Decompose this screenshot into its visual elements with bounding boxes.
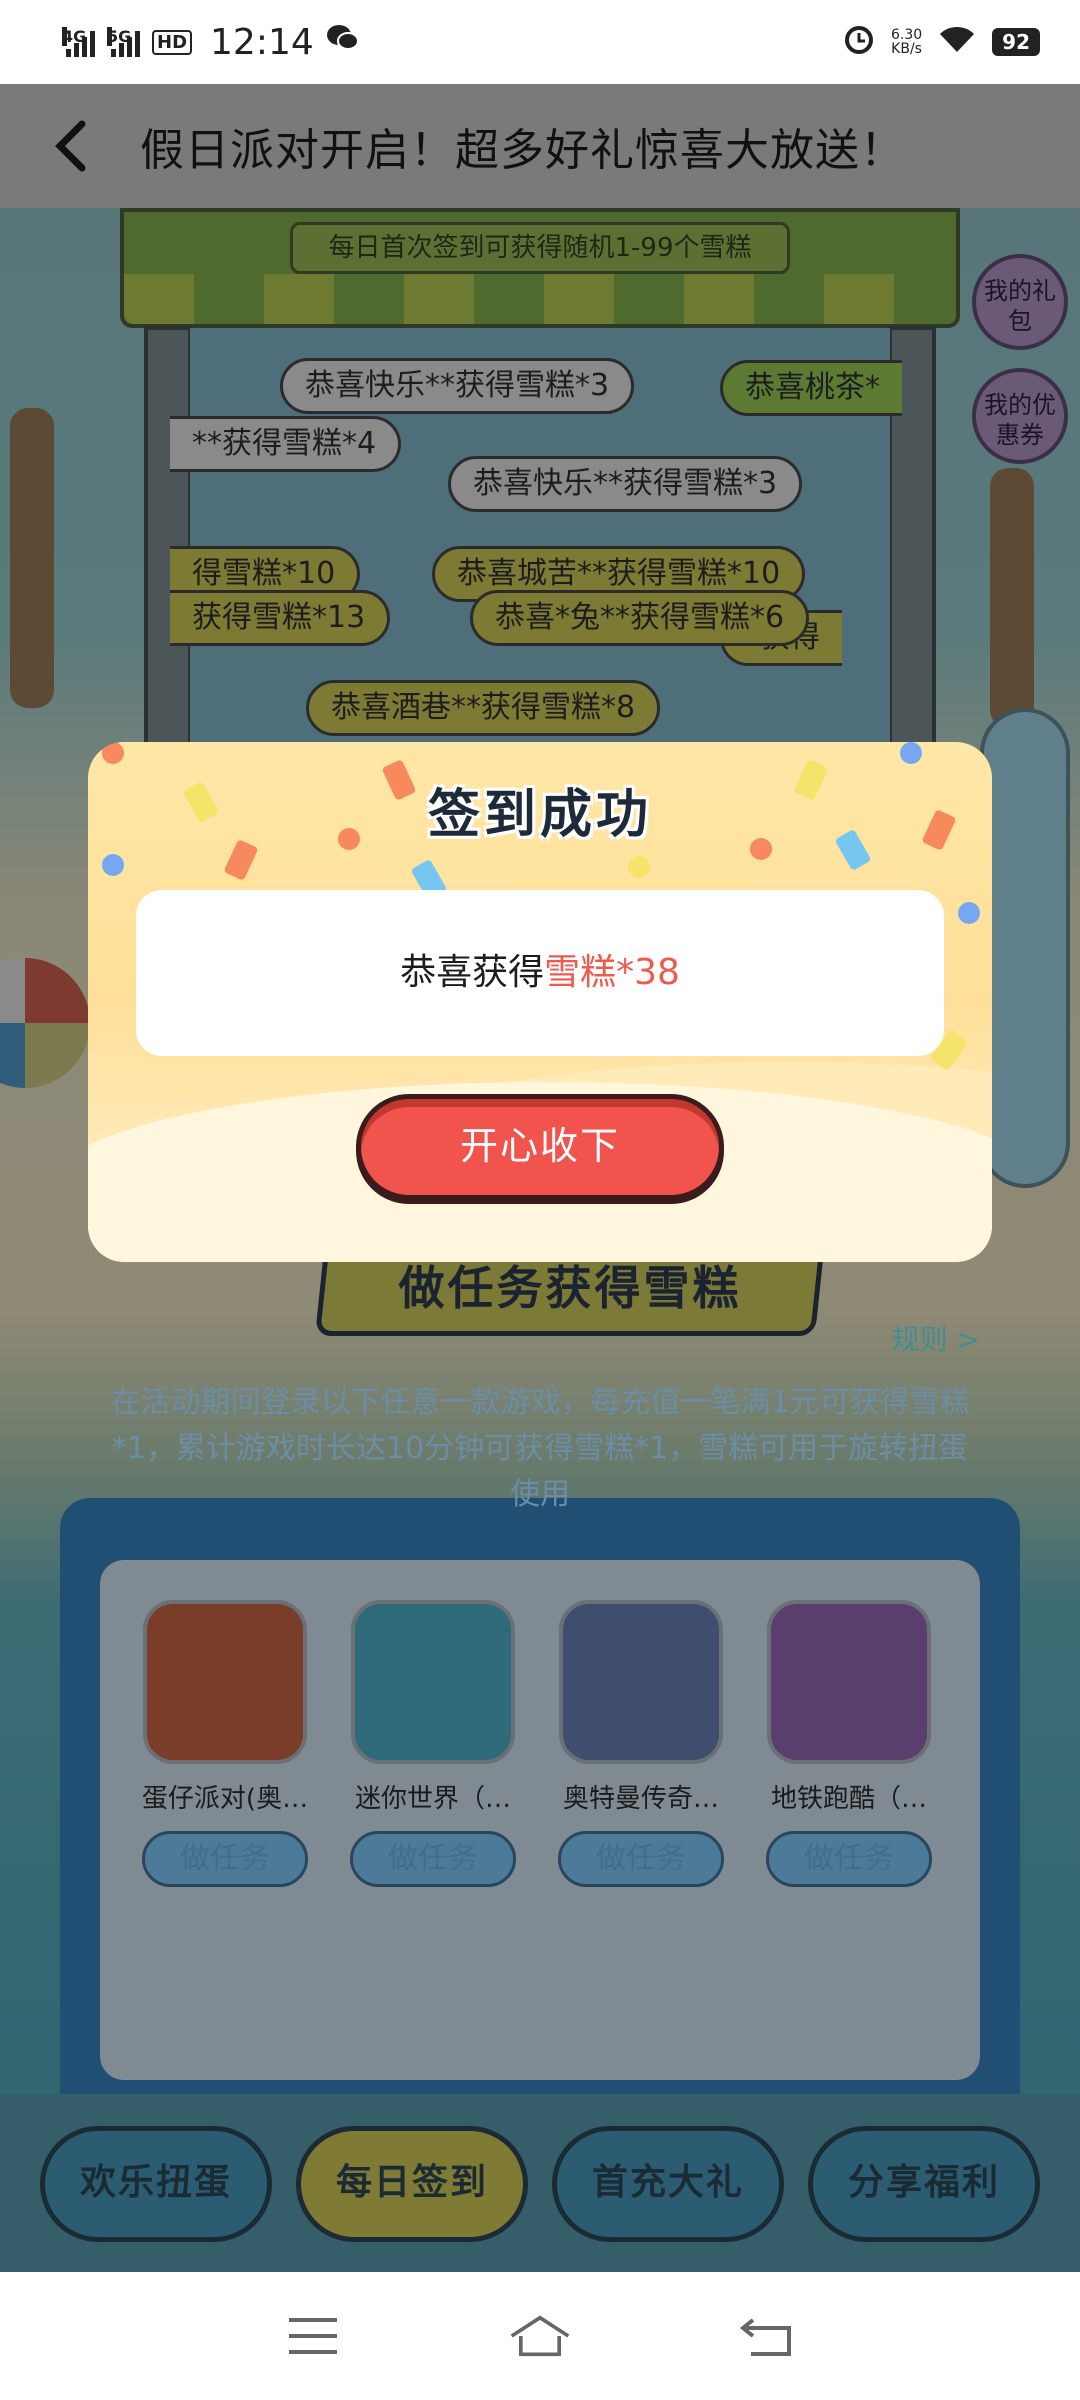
game-icon[interactable]: [559, 1600, 723, 1764]
winner-message: **获得雪糕*4: [170, 416, 402, 472]
do-task-button[interactable]: 做任务: [766, 1831, 932, 1887]
speed-value: 6.30: [890, 27, 923, 43]
alarm-icon: [843, 23, 875, 61]
do-task-button[interactable]: 做任务: [350, 1831, 516, 1887]
network-type-label-2: 5G: [107, 27, 132, 46]
winners-board: 恭喜快乐**获得雪糕*3 恭喜桃茶* **获得雪糕*4 恭喜快乐**获得雪糕*3…: [170, 328, 902, 768]
tab-gashapon[interactable]: 欢乐扭蛋: [40, 2126, 272, 2242]
my-coupons-label: 我的优惠券: [984, 391, 1056, 449]
tab-share-welfare[interactable]: 分享福利: [808, 2126, 1040, 2242]
hd-voice-icon: HD: [152, 29, 193, 55]
back-button[interactable]: [0, 84, 140, 208]
game-name: 蛋仔派对(奥…: [141, 1784, 309, 1814]
bottom-tab-bar: 欢乐扭蛋 每日签到 首充大礼 分享福利: [0, 2094, 1080, 2272]
clock: 12:14: [210, 21, 314, 63]
game-item: 奥特曼传奇… 做任务: [556, 1600, 726, 1887]
do-task-button[interactable]: 做任务: [142, 1831, 308, 1887]
surfboard-decoration: [980, 708, 1070, 1188]
game-name: 奥特曼传奇…: [562, 1784, 719, 1814]
roof-stripe: [124, 274, 956, 324]
game-icon[interactable]: [767, 1600, 931, 1764]
confetti-dot: [102, 742, 124, 764]
game-item: 地铁跑酷（… 做任务: [764, 1600, 934, 1887]
reward-box: 恭喜获得雪糕*38: [136, 890, 944, 1056]
tab-first-recharge[interactable]: 首充大礼: [552, 2126, 784, 2242]
winner-message: 恭喜酒巷**获得雪糕*8: [306, 680, 661, 736]
signal-5g-icon: 5G: [107, 27, 140, 57]
winner-message: 恭喜桃茶*: [720, 360, 902, 416]
menu-icon[interactable]: [281, 2304, 345, 2368]
do-task-button[interactable]: 做任务: [558, 1831, 724, 1887]
back-nav-icon[interactable]: [735, 2304, 799, 2368]
home-icon[interactable]: [508, 2304, 572, 2368]
winner-message: 恭喜*兔**获得雪糕*6: [470, 590, 810, 646]
signal-4g-icon: 4G: [62, 27, 95, 57]
tasks-description: 在活动期间登录以下任意一款游戏，每充值一笔满1元可获得雪糕*1，累计游戏时长达1…: [110, 1385, 970, 1512]
speed-unit: KB/s: [891, 41, 922, 57]
stall-banner: 每日首次签到可获得随机1-99个雪糕: [290, 222, 790, 274]
tab-daily-sign-in[interactable]: 每日签到: [296, 2126, 528, 2242]
game-name: 迷你世界（…: [354, 1784, 511, 1814]
game-icon[interactable]: [351, 1600, 515, 1764]
my-gift-pack-label: 我的礼包: [984, 277, 1056, 335]
wechat-icon: [326, 22, 360, 62]
system-nav-bar: [0, 2272, 1080, 2400]
reward-item: 雪糕*38: [544, 952, 680, 993]
page-title: 假日派对开启！超多好礼惊喜大放送！: [140, 125, 905, 176]
palm-tree-left: [10, 408, 54, 708]
network-speed: 6.30 KB/s: [891, 28, 922, 56]
confetti-dot: [958, 902, 980, 924]
game-icon[interactable]: [143, 1600, 307, 1764]
sign-in-stall: 每日首次签到可获得随机1-99个雪糕 恭喜快乐**获得雪糕*3 恭喜桃茶* **…: [120, 208, 960, 768]
rules-link[interactable]: 规则 >: [892, 1318, 980, 1358]
confetti-dot: [102, 854, 124, 876]
game-item: 迷你世界（… 做任务: [348, 1600, 518, 1887]
games-list: 蛋仔派对(奥… 做任务 迷你世界（… 做任务 奥特曼传奇… 做任务 地铁跑酷（……: [100, 1560, 980, 2080]
game-name: 地铁跑酷（…: [770, 1784, 927, 1814]
confetti-dot: [628, 856, 650, 878]
winner-message: 恭喜快乐**获得雪糕*3: [448, 456, 803, 512]
page-header: 假日派对开启！超多好礼惊喜大放送！: [0, 84, 1080, 208]
chevron-left-icon: [55, 120, 86, 172]
reward-prefix: 恭喜获得: [400, 952, 545, 993]
confirm-button[interactable]: 开心收下: [356, 1094, 724, 1200]
battery-indicator: 92: [992, 28, 1040, 56]
winner-message: 获得雪糕*13: [170, 590, 391, 646]
winner-message: 恭喜快乐**获得雪糕*3: [280, 358, 635, 414]
wifi-icon: [938, 24, 976, 60]
palm-tree-right: [990, 468, 1034, 728]
game-item: 蛋仔派对(奥… 做任务: [140, 1600, 310, 1887]
sign-in-success-dialog: 签到成功 恭喜获得雪糕*38 开心收下: [88, 742, 992, 1262]
my-coupons-button[interactable]: 我的优惠券: [972, 368, 1068, 464]
beach-ball-decoration: [0, 958, 90, 1088]
confetti-dot: [900, 742, 922, 764]
network-type-label: 4G: [62, 27, 87, 46]
status-bar: 4G 5G HD 12:14 6.30 KB/s 92: [0, 0, 1080, 84]
my-gift-pack-button[interactable]: 我的礼包: [972, 254, 1068, 350]
dialog-title: 签到成功: [427, 785, 652, 845]
